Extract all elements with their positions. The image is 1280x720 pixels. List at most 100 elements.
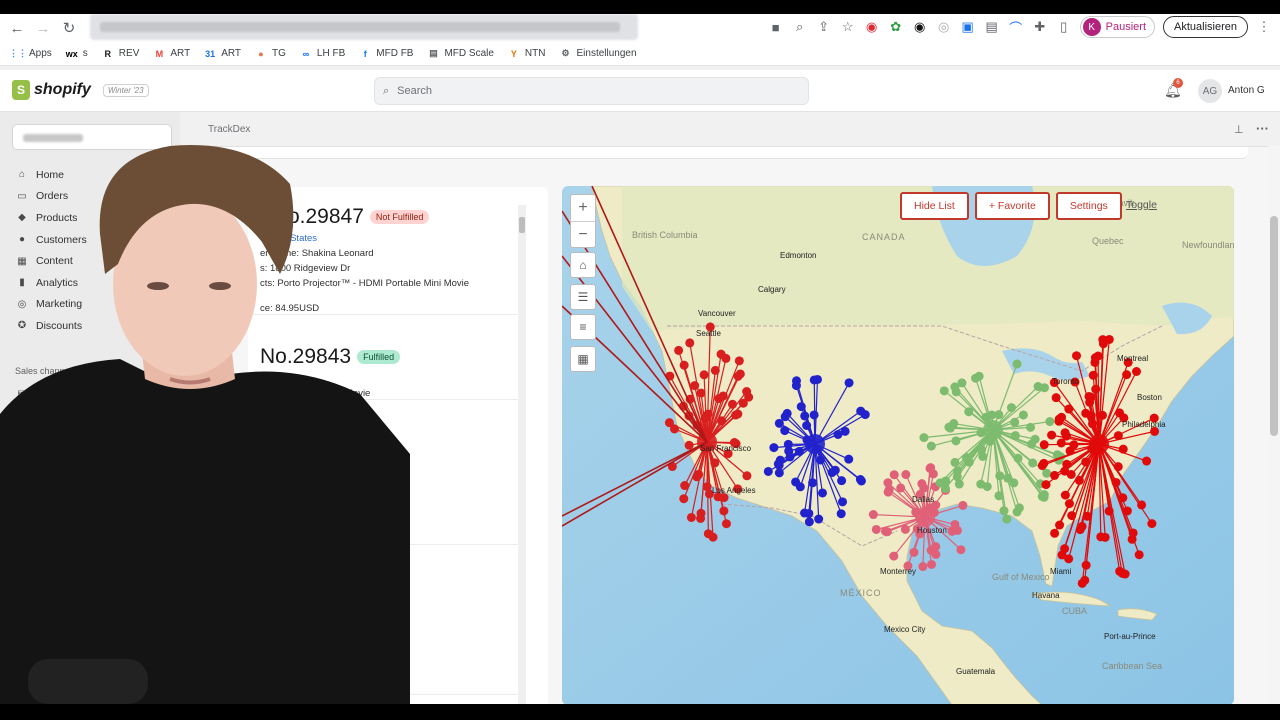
order-marker[interactable]: [978, 451, 988, 461]
order-marker[interactable]: [856, 406, 866, 416]
order-marker[interactable]: [919, 433, 929, 443]
order-marker[interactable]: [684, 440, 694, 450]
order-marker[interactable]: [947, 526, 957, 536]
order-marker[interactable]: [1104, 506, 1114, 516]
order-marker[interactable]: [1027, 439, 1037, 449]
order-marker[interactable]: [1097, 410, 1107, 420]
order-marker[interactable]: [795, 482, 805, 492]
hide-list-button[interactable]: Hide List: [900, 192, 969, 220]
order-marker[interactable]: [927, 559, 937, 569]
order-marker[interactable]: [1003, 473, 1013, 483]
order-marker[interactable]: [814, 514, 824, 524]
bookmark-2[interactable]: R REV: [102, 48, 140, 60]
order-marker[interactable]: [1045, 417, 1055, 427]
order-marker[interactable]: [918, 562, 928, 572]
order-marker[interactable]: [1060, 490, 1070, 500]
order-marker[interactable]: [900, 524, 910, 534]
order-marker[interactable]: [1047, 430, 1057, 440]
pin-icon[interactable]: ⊥: [1234, 123, 1244, 136]
order-marker[interactable]: [957, 378, 967, 388]
favorite-button[interactable]: + Favorite: [974, 192, 1050, 220]
order-marker[interactable]: [1084, 392, 1094, 402]
order-marker[interactable]: [703, 529, 713, 539]
order-marker[interactable]: [1002, 514, 1012, 524]
order-marker[interactable]: [1137, 500, 1147, 510]
user-name[interactable]: Anton G: [1228, 85, 1265, 96]
order-marker[interactable]: [744, 392, 754, 402]
warehouse-hub-marker[interactable]: [915, 507, 935, 527]
shopify-logo[interactable]: S shopify Winter '23: [12, 80, 149, 100]
zoom-out-button[interactable]: −: [571, 221, 595, 247]
key-extension-icon[interactable]: ⌒: [1008, 19, 1024, 36]
order-marker[interactable]: [958, 500, 968, 510]
qr-grid-icon[interactable]: ▦: [570, 346, 596, 372]
share-icon[interactable]: ⇪: [816, 19, 832, 35]
map-canvas[interactable]: CANADA Edmonton Calgary Vancouver Seattle San…: [562, 186, 1234, 704]
order-marker[interactable]: [987, 410, 997, 420]
order-marker[interactable]: [901, 470, 911, 480]
order-marker[interactable]: [1054, 414, 1064, 424]
order-marker[interactable]: [896, 483, 906, 493]
order-marker[interactable]: [1117, 568, 1127, 578]
zoom-icon[interactable]: ⌕: [792, 19, 808, 35]
order-marker[interactable]: [1039, 458, 1049, 468]
order-marker[interactable]: [780, 426, 790, 436]
order-marker[interactable]: [1147, 519, 1157, 529]
order-marker[interactable]: [844, 454, 854, 464]
order-marker[interactable]: [664, 418, 674, 428]
warehouse-hub-marker[interactable]: [1089, 434, 1109, 454]
order-marker[interactable]: [838, 497, 848, 507]
order-marker[interactable]: [871, 524, 881, 534]
order-marker[interactable]: [1014, 503, 1024, 513]
order-marker[interactable]: [769, 443, 779, 453]
order-marker[interactable]: [868, 510, 878, 520]
order-marker[interactable]: [1050, 528, 1060, 538]
order-marker[interactable]: [775, 455, 785, 465]
order-list-scrollbar[interactable]: [518, 205, 526, 704]
toggle-link[interactable]: Toggle: [1126, 199, 1157, 211]
order-marker[interactable]: [1088, 370, 1098, 380]
order-marker[interactable]: [696, 388, 706, 398]
order-marker[interactable]: [1104, 334, 1114, 344]
order-marker[interactable]: [999, 506, 1009, 516]
order-marker[interactable]: [926, 545, 936, 555]
orders-map[interactable]: CANADA Edmonton Calgary Vancouver Seattle San…: [562, 186, 1234, 704]
order-marker[interactable]: [882, 527, 892, 537]
order-marker[interactable]: [804, 517, 814, 527]
update-button[interactable]: Aktualisieren: [1163, 16, 1248, 38]
blue-extension-icon[interactable]: ▣: [960, 19, 976, 35]
order-marker[interactable]: [944, 422, 954, 432]
order-marker[interactable]: [1041, 480, 1051, 490]
order-marker[interactable]: [1128, 528, 1138, 538]
zoom-in-button[interactable]: +: [571, 195, 595, 221]
order-marker[interactable]: [884, 485, 894, 495]
forward-arrow-icon[interactable]: →: [30, 15, 56, 41]
opera-extension-icon[interactable]: ◉: [864, 19, 880, 35]
order-marker[interactable]: [889, 470, 899, 480]
bookmark-6[interactable]: ∞ LH FB: [300, 48, 346, 60]
doc-extension-icon[interactable]: ▤: [984, 19, 1000, 35]
order-marker[interactable]: [941, 476, 951, 486]
order-marker[interactable]: [827, 468, 837, 478]
order-marker[interactable]: [950, 457, 960, 467]
order-marker[interactable]: [971, 373, 981, 383]
order-marker[interactable]: [1096, 532, 1106, 542]
order-marker[interactable]: [763, 466, 773, 476]
address-bar[interactable]: [90, 14, 638, 40]
order-marker[interactable]: [1042, 468, 1052, 478]
order-marker[interactable]: [844, 378, 854, 388]
order-marker[interactable]: [1039, 490, 1049, 500]
order-marker[interactable]: [1077, 521, 1087, 531]
order-marker[interactable]: [710, 458, 720, 468]
order-marker[interactable]: [1064, 404, 1074, 414]
order-marker[interactable]: [1132, 366, 1142, 376]
order-marker[interactable]: [1142, 456, 1152, 466]
bookmark-8[interactable]: ▤ MFD Scale: [427, 48, 494, 60]
camera-icon[interactable]: ■: [768, 19, 784, 35]
reload-icon[interactable]: ↻: [56, 15, 82, 41]
black-extension-icon[interactable]: ◉: [912, 19, 928, 35]
order-marker[interactable]: [774, 418, 784, 428]
order-marker[interactable]: [1067, 511, 1077, 521]
order-marker[interactable]: [699, 370, 709, 380]
order-marker[interactable]: [1115, 408, 1125, 418]
